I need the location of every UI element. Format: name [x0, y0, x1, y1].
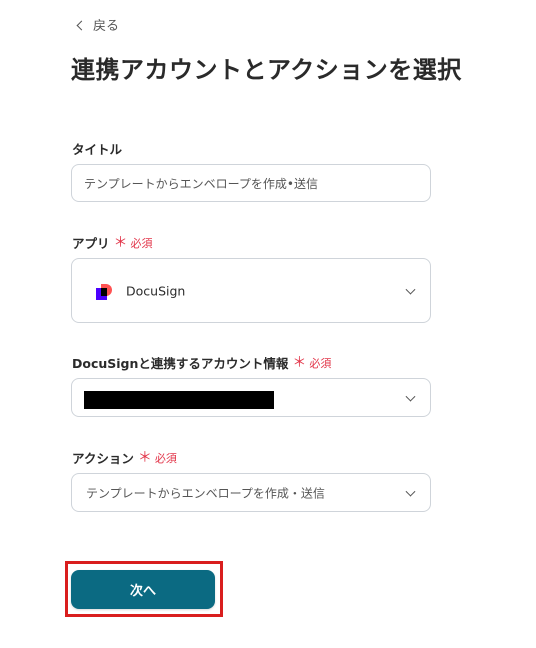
required-text: 必須	[309, 356, 332, 370]
required-text: 必須	[130, 236, 153, 250]
app-field-label: アプリ ＊ 必須	[72, 233, 153, 252]
required-asterisk: ＊	[113, 234, 128, 251]
docusign-logo-icon	[96, 284, 112, 300]
title-field[interactable]	[71, 164, 431, 202]
account-select[interactable]	[71, 378, 431, 417]
app-name: DocuSign	[126, 283, 186, 298]
back-link[interactable]: 戻る	[76, 15, 120, 34]
account-label-text: DocuSignと連携するアカウント情報	[72, 356, 289, 371]
chevron-down-icon	[405, 284, 416, 295]
action-label-text: アクション	[72, 451, 134, 466]
required-badge: ＊ 必須	[292, 355, 331, 371]
action-select[interactable]: テンプレートからエンベロープを作成・送信	[71, 473, 431, 512]
chevron-down-icon	[405, 486, 416, 497]
app-label-text: アプリ	[72, 236, 110, 251]
action-field-label: アクション ＊ 必須	[72, 448, 177, 467]
page-title: 連携アカウントとアクションを選択	[71, 56, 462, 84]
action-value: テンプレートからエンベロープを作成・送信	[86, 486, 325, 500]
chevron-left-icon	[76, 20, 87, 30]
required-badge: ＊ 必須	[138, 450, 177, 466]
back-label: 戻る	[93, 19, 120, 34]
required-asterisk: ＊	[292, 354, 307, 371]
title-input[interactable]	[72, 165, 430, 201]
account-field-label: DocuSignと連携するアカウント情報 ＊ 必須	[72, 353, 331, 372]
required-badge: ＊ 必須	[114, 235, 153, 251]
required-asterisk: ＊	[137, 449, 152, 466]
app-select[interactable]: DocuSign	[71, 258, 431, 323]
chevron-down-icon	[405, 391, 416, 402]
title-label-text: タイトル	[72, 142, 123, 157]
required-text: 必須	[154, 451, 177, 465]
redacted-account-value	[84, 391, 274, 409]
title-field-label: タイトル	[72, 139, 122, 158]
next-button[interactable]: 次へ	[71, 570, 215, 609]
